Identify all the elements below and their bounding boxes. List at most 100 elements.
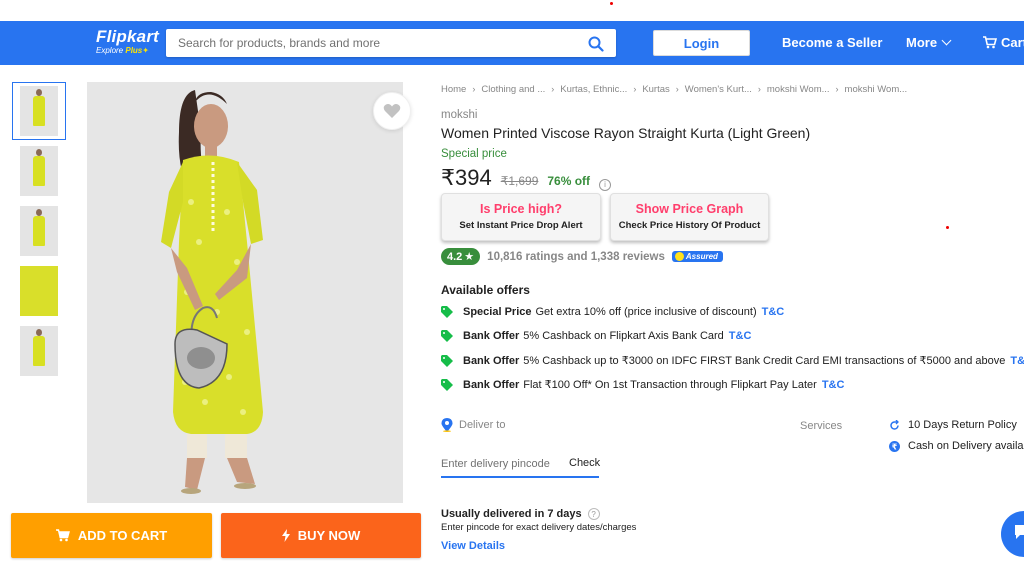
breadcrumb: Home › Clothing and ... › Kurtas, Ethnic..… bbox=[441, 82, 1024, 96]
wishlist-button[interactable] bbox=[373, 92, 411, 130]
chevron-right-icon: › bbox=[757, 84, 761, 94]
chevron-down-icon bbox=[941, 35, 952, 46]
chat-icon bbox=[1015, 525, 1024, 539]
location-pin-icon bbox=[441, 418, 453, 432]
thumbnail-list bbox=[12, 82, 66, 382]
top-strip bbox=[0, 0, 1024, 21]
usually-delivered: Usually delivered in 7 days ? bbox=[441, 508, 600, 520]
ratings-reviews-count[interactable]: 10,816 ratings and 1,338 reviews bbox=[487, 251, 665, 263]
search-icon[interactable] bbox=[588, 36, 604, 52]
pincode-input[interactable] bbox=[441, 452, 569, 478]
rating-badge[interactable]: 4.2 ★ bbox=[441, 248, 481, 265]
offer-tc-link[interactable]: T&C bbox=[822, 379, 845, 391]
red-dot bbox=[610, 2, 613, 5]
red-dot bbox=[946, 226, 949, 229]
selling-price: ₹394 bbox=[441, 165, 492, 190]
cart-icon bbox=[55, 529, 70, 542]
heart-icon bbox=[383, 104, 401, 118]
logo-text: Flipkart bbox=[96, 27, 160, 46]
login-button[interactable]: Login bbox=[653, 30, 750, 56]
rating-row: 4.2 ★ 10,816 ratings and 1,338 reviews As… bbox=[441, 248, 723, 265]
price-drop-alert-button[interactable]: Is Price high? Set Instant Price Drop Al… bbox=[441, 193, 601, 241]
breadcrumb-item[interactable]: Women's Kurt... bbox=[685, 84, 752, 95]
breadcrumb-item[interactable]: mokshi Wom... bbox=[845, 84, 908, 95]
product-brand: mokshi bbox=[441, 109, 478, 121]
top-header: Flipkart Explore Plus✦ Login Become a Se… bbox=[0, 21, 1024, 65]
price-graph-title: Show Price Graph bbox=[635, 202, 744, 216]
offer-type: Bank Offer bbox=[463, 330, 520, 342]
thumbnail[interactable] bbox=[12, 202, 66, 260]
logo-tagline-explore: Explore bbox=[96, 46, 124, 55]
offer-item: Bank Offer 5% Cashback up to ₹3000 on ID… bbox=[441, 354, 1024, 367]
thumbnail[interactable] bbox=[12, 322, 66, 380]
chevron-right-icon: › bbox=[633, 84, 637, 94]
deliver-to-label: Deliver to bbox=[459, 419, 506, 431]
service-text: 10 Days Return Policy bbox=[908, 419, 1017, 431]
breadcrumb-item[interactable]: mokshi Wom... bbox=[767, 84, 830, 95]
original-price: ₹1,699 bbox=[500, 174, 539, 188]
cart-label: Cart bbox=[1001, 35, 1024, 50]
offer-type: Special Price bbox=[463, 306, 532, 318]
offer-text: 5% Cashback up to ₹3000 on IDFC FIRST Ba… bbox=[523, 355, 1006, 367]
add-to-cart-label: ADD TO CART bbox=[77, 528, 168, 543]
price-graph-subtitle: Check Price History Of Product bbox=[618, 220, 761, 231]
search-input[interactable] bbox=[166, 29, 566, 57]
lightning-icon bbox=[281, 529, 290, 542]
cash-icon: ₹ bbox=[889, 440, 900, 452]
offers-heading: Available offers bbox=[441, 283, 530, 297]
flipkart-logo[interactable]: Flipkart Explore Plus✦ bbox=[96, 28, 159, 56]
view-details-link[interactable]: View Details bbox=[441, 540, 505, 552]
offer-text: Flat ₹100 Off* On 1st Transaction throug… bbox=[523, 379, 817, 391]
kurta-model-illustration bbox=[87, 82, 403, 503]
help-icon[interactable]: ? bbox=[587, 508, 600, 520]
offer-tc-link[interactable]: T&C bbox=[762, 306, 785, 318]
cart-icon bbox=[983, 36, 997, 49]
tag-icon bbox=[441, 330, 453, 342]
thumbnail-image bbox=[20, 146, 58, 196]
tag-icon bbox=[441, 378, 453, 391]
more-menu[interactable]: More bbox=[906, 35, 952, 50]
rating-value: 4.2 bbox=[447, 250, 463, 263]
product-main-image[interactable] bbox=[87, 82, 403, 503]
chat-bubble-button[interactable] bbox=[1001, 511, 1024, 557]
breadcrumb-item[interactable]: Home bbox=[441, 84, 466, 95]
offer-text: Get extra 10% off (price inclusive of di… bbox=[535, 306, 757, 318]
cart-link[interactable]: Cart bbox=[983, 35, 1024, 50]
offer-tc-link[interactable]: T&C bbox=[729, 330, 752, 342]
price-alert-subtitle: Set Instant Price Drop Alert bbox=[459, 220, 583, 231]
logo-tagline: Explore Plus✦ bbox=[96, 46, 159, 56]
service-item: 10 Days Return Policy bbox=[889, 419, 1017, 431]
breadcrumb-item[interactable]: Clothing and ... bbox=[481, 84, 545, 95]
tag-icon bbox=[441, 306, 453, 318]
breadcrumb-item[interactable]: Kurtas bbox=[642, 84, 669, 95]
thumbnail[interactable] bbox=[12, 142, 66, 200]
thumbnail[interactable] bbox=[12, 262, 66, 320]
product-details: Home › Clothing and ... › Kurtas, Ethnic..… bbox=[441, 82, 1024, 552]
buy-now-button[interactable]: BUY NOW bbox=[221, 513, 421, 558]
become-seller-link[interactable]: Become a Seller bbox=[782, 35, 882, 50]
search-box bbox=[166, 29, 616, 57]
price-row: ₹394 ₹1,699 76% off i bbox=[441, 165, 612, 191]
offer-type: Bank Offer bbox=[463, 354, 520, 367]
offer-item: Bank Offer 5% Cashback on Flipkart Axis … bbox=[441, 330, 751, 342]
buy-now-label: BUY NOW bbox=[297, 528, 361, 543]
price-alert-title: Is Price high? bbox=[480, 202, 562, 216]
chevron-right-icon: › bbox=[675, 84, 679, 94]
offer-item: Special Price Get extra 10% off (price i… bbox=[441, 306, 784, 318]
offer-type: Bank Offer bbox=[463, 378, 520, 391]
chevron-right-icon: › bbox=[551, 84, 555, 94]
check-pincode-button[interactable]: Check bbox=[569, 457, 600, 478]
pincode-hint: Enter pincode for exact delivery dates/c… bbox=[441, 522, 637, 533]
info-icon[interactable]: i bbox=[599, 178, 612, 191]
discount-percent: 76% off bbox=[547, 174, 591, 188]
add-to-cart-button[interactable]: ADD TO CART bbox=[11, 513, 212, 558]
star-icon: ★ bbox=[464, 251, 475, 263]
offer-text: 5% Cashback on Flipkart Axis Bank Card bbox=[523, 330, 724, 342]
thumbnail[interactable] bbox=[12, 82, 66, 140]
service-text: Cash on Delivery available bbox=[908, 440, 1024, 452]
offer-tc-link[interactable]: T&C bbox=[1010, 355, 1024, 367]
tag-icon bbox=[441, 354, 453, 367]
breadcrumb-item[interactable]: Kurtas, Ethnic... bbox=[560, 84, 627, 95]
price-graph-button[interactable]: Show Price Graph Check Price History Of … bbox=[610, 193, 769, 241]
thumbnail-image bbox=[20, 326, 58, 376]
